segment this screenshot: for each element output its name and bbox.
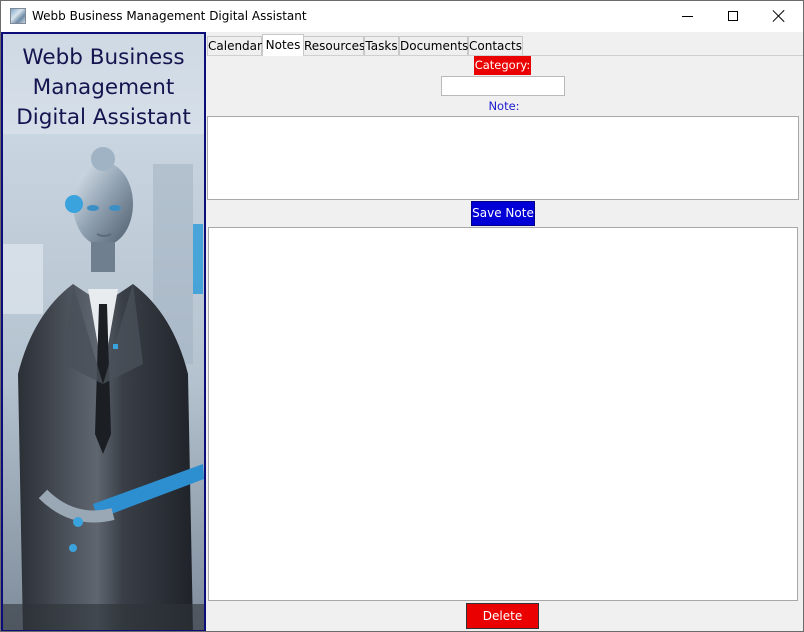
- close-icon: [772, 9, 786, 23]
- delete-note-button[interactable]: Delete Note: [466, 603, 539, 629]
- app-icon: [10, 8, 26, 24]
- robot-assistant-in-suit-image: [3, 134, 204, 630]
- category-label: Category:: [474, 56, 531, 75]
- category-input[interactable]: [441, 76, 565, 96]
- minimize-icon: [682, 16, 693, 17]
- sidebar-title-line: Management: [32, 75, 175, 100]
- tab-tasks[interactable]: Tasks: [364, 36, 399, 56]
- tab-resources[interactable]: Resources: [303, 36, 365, 56]
- save-note-button[interactable]: Save Note: [471, 201, 535, 226]
- app-window: Webb Business Management Digital Assista…: [0, 0, 804, 632]
- sidebar-title-line: Digital Assistant: [16, 105, 191, 130]
- maximize-icon: [728, 11, 738, 21]
- notes-list[interactable]: [208, 227, 798, 601]
- note-label: Note:: [488, 99, 520, 113]
- minimize-button[interactable]: [664, 1, 710, 32]
- notes-tab-content: Category: Note: Save Note Delete Note: [207, 56, 803, 631]
- note-text-area[interactable]: [207, 116, 799, 200]
- tab-notes[interactable]: Notes: [262, 34, 304, 56]
- sidebar-title-line: Webb Business: [22, 45, 185, 70]
- window-title: Webb Business Management Digital Assista…: [32, 9, 307, 23]
- tab-contacts[interactable]: Contacts: [468, 36, 523, 56]
- tab-calendar[interactable]: Calendar: [207, 36, 262, 56]
- sidebar-panel: Webb Business Management Digital Assista…: [1, 32, 206, 631]
- title-bar[interactable]: Webb Business Management Digital Assista…: [1, 1, 803, 32]
- sidebar-title: Webb Business Management Digital Assista…: [3, 43, 204, 133]
- tab-documents[interactable]: Documents: [399, 36, 468, 56]
- maximize-button[interactable]: [710, 1, 756, 32]
- close-button[interactable]: [756, 1, 802, 32]
